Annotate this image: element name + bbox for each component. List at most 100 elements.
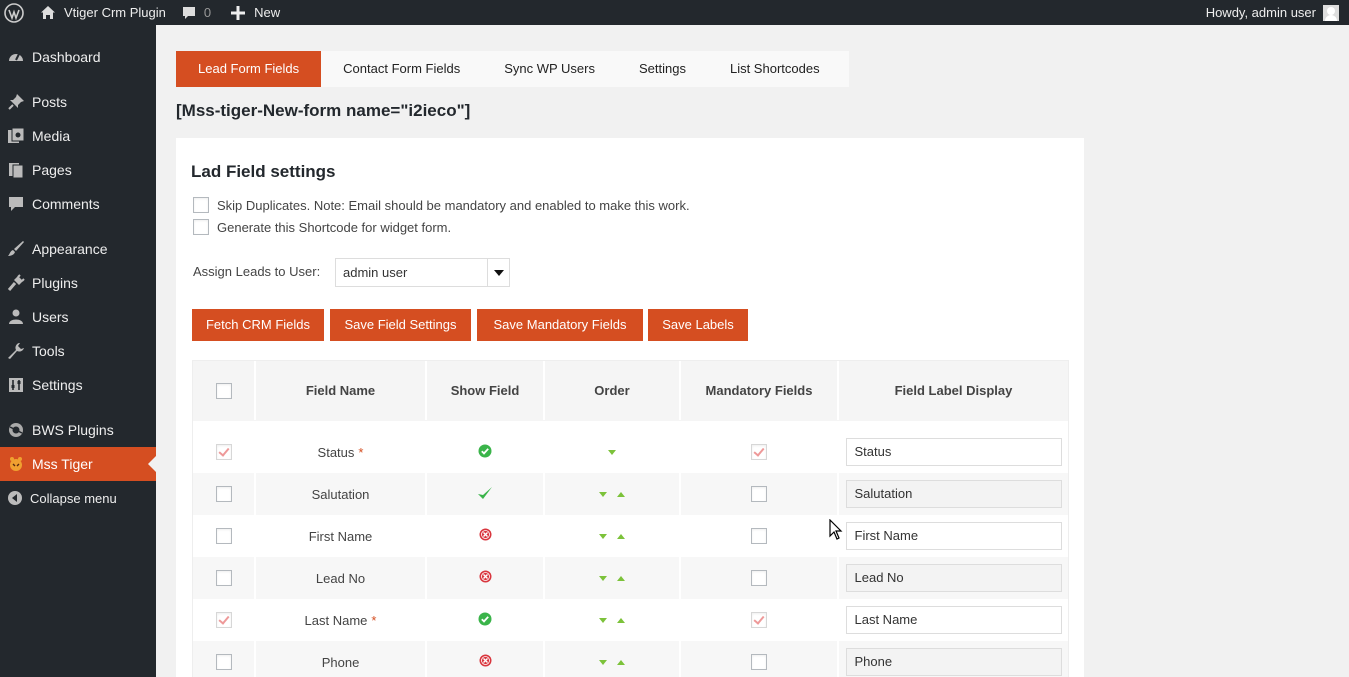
disabled-x-icon[interactable] xyxy=(479,528,492,544)
move-down-icon[interactable] xyxy=(599,659,607,665)
move-up-icon[interactable] xyxy=(617,617,625,623)
enabled-check-icon[interactable] xyxy=(478,612,492,629)
row-select-cell xyxy=(193,599,256,641)
row-select-checkbox[interactable] xyxy=(215,570,232,586)
table-row: Status * Status xyxy=(193,431,1068,473)
skip-duplicates-option: Skip Duplicates. Note: Email should be m… xyxy=(193,197,690,213)
new-content-link[interactable]: New xyxy=(219,0,288,25)
dashboard-icon xyxy=(0,48,32,66)
move-down-icon[interactable] xyxy=(599,491,607,497)
header-field-label-display: Field Label Display xyxy=(894,383,1013,398)
wordpress-logo-icon[interactable] xyxy=(0,0,28,25)
menu-item-users[interactable]: Users xyxy=(0,300,156,334)
row-select-cell xyxy=(193,515,256,557)
row-select-checkbox[interactable] xyxy=(215,486,232,502)
table-spacer xyxy=(193,421,1068,431)
enabled-check-icon[interactable] xyxy=(478,444,492,461)
menu-item-pages[interactable]: Pages xyxy=(0,153,156,187)
move-up-icon[interactable] xyxy=(617,659,625,665)
field-label-input[interactable]: Salutation xyxy=(845,480,1062,508)
row-select-cell xyxy=(193,431,256,473)
header-show-field: Show Field xyxy=(427,361,545,420)
mandatory-checkbox[interactable] xyxy=(751,528,767,544)
menu-item-comments[interactable]: Comments xyxy=(0,187,156,221)
menu-item-media[interactable]: Media xyxy=(0,119,156,153)
menu-label: Users xyxy=(32,309,69,325)
menu-item-dashboard[interactable]: Dashboard xyxy=(0,40,156,74)
tab-sync-wp-users[interactable]: Sync WP Users xyxy=(482,51,617,87)
widget-shortcode-checkbox[interactable] xyxy=(193,219,209,235)
move-up-icon[interactable] xyxy=(617,575,625,581)
howdy-label: Howdy, admin user xyxy=(1205,5,1316,20)
row-select-checkbox[interactable] xyxy=(215,654,232,670)
move-down-icon[interactable] xyxy=(599,617,607,623)
skip-duplicates-checkbox[interactable] xyxy=(193,197,209,213)
mandatory-checkbox[interactable] xyxy=(751,486,767,502)
mandatory-checkbox xyxy=(751,612,767,628)
field-label-input[interactable]: First Name xyxy=(845,522,1062,550)
field-label-input[interactable]: Last Name xyxy=(845,606,1062,634)
field-label-input[interactable]: Phone xyxy=(845,648,1062,676)
field-label-input[interactable]: Status xyxy=(845,438,1062,466)
order-cell xyxy=(545,515,681,557)
row-select-checkbox[interactable] xyxy=(215,528,232,544)
mandatory-cell xyxy=(681,641,839,677)
disabled-x-icon[interactable] xyxy=(479,654,492,670)
menu-label: Posts xyxy=(32,94,68,110)
menu-item-appearance[interactable]: Appearance xyxy=(0,232,156,266)
field-label-input[interactable]: Lead No xyxy=(845,564,1062,592)
order-cell xyxy=(545,557,681,599)
field-label-cell: Last Name xyxy=(839,599,1068,641)
home-icon xyxy=(40,5,56,20)
tab-bar: Lead Form Fields Contact Form Fields Syn… xyxy=(176,51,849,87)
move-down-icon[interactable] xyxy=(608,449,616,455)
disabled-x-icon[interactable] xyxy=(479,570,492,586)
menu-item-tools[interactable]: Tools xyxy=(0,334,156,368)
menu-item-bws-plugins[interactable]: BWS Plugins xyxy=(0,413,156,447)
mandatory-checkbox[interactable] xyxy=(751,654,767,670)
mandatory-checkbox[interactable] xyxy=(751,570,767,586)
tab-lead-form-fields[interactable]: Lead Form Fields xyxy=(176,51,322,87)
pin-icon xyxy=(0,93,32,111)
fetch-crm-fields-button[interactable]: Fetch CRM Fields xyxy=(192,309,324,341)
tab-settings[interactable]: Settings xyxy=(617,51,708,87)
order-cell xyxy=(545,599,681,641)
move-up-icon[interactable] xyxy=(617,491,625,497)
comments-count: 0 xyxy=(203,5,212,20)
move-up-icon[interactable] xyxy=(617,533,625,539)
row-select-cell xyxy=(193,557,256,599)
order-cell xyxy=(545,431,681,473)
comments-link[interactable]: 0 xyxy=(174,0,219,25)
menu-item-plugins[interactable]: Plugins xyxy=(0,266,156,300)
menu-label: Mss Tiger xyxy=(32,456,93,472)
required-marker: * xyxy=(358,444,364,460)
select-all-checkbox[interactable] xyxy=(215,382,232,399)
field-name-cell: Salutation xyxy=(256,473,427,515)
save-labels-button[interactable]: Save Labels xyxy=(648,309,748,341)
menu-item-posts[interactable]: Posts xyxy=(0,85,156,119)
table-row: Phone Phone xyxy=(193,641,1068,677)
user-icon xyxy=(0,308,32,326)
tab-contact-form-fields[interactable]: Contact Form Fields xyxy=(321,51,482,87)
checkmark-icon[interactable] xyxy=(477,486,493,503)
my-account-link[interactable]: Howdy, admin user xyxy=(1206,0,1339,25)
menu-item-settings[interactable]: Settings xyxy=(0,368,156,402)
save-mandatory-fields-button[interactable]: Save Mandatory Fields xyxy=(477,309,643,341)
mouse-cursor-icon xyxy=(829,518,843,544)
field-label-cell: First Name xyxy=(839,515,1068,557)
menu-item-mss-tiger[interactable]: Mss Tiger xyxy=(0,447,156,481)
save-field-settings-button[interactable]: Save Field Settings xyxy=(330,309,471,341)
tab-list-shortcodes[interactable]: List Shortcodes xyxy=(708,51,842,87)
move-down-icon[interactable] xyxy=(599,575,607,581)
field-name: Salutation xyxy=(311,486,370,502)
order-cell xyxy=(545,641,681,677)
move-down-icon[interactable] xyxy=(599,533,607,539)
brush-icon xyxy=(0,240,32,258)
menu-label: Plugins xyxy=(32,275,78,291)
mandatory-cell xyxy=(681,473,839,515)
assign-leads-select[interactable]: admin user xyxy=(335,258,510,287)
collapse-menu-button[interactable]: Collapse menu xyxy=(0,481,156,515)
plus-icon xyxy=(231,5,246,20)
show-field-cell xyxy=(427,473,545,515)
site-name-link[interactable]: Vtiger Crm Plugin xyxy=(28,0,174,25)
